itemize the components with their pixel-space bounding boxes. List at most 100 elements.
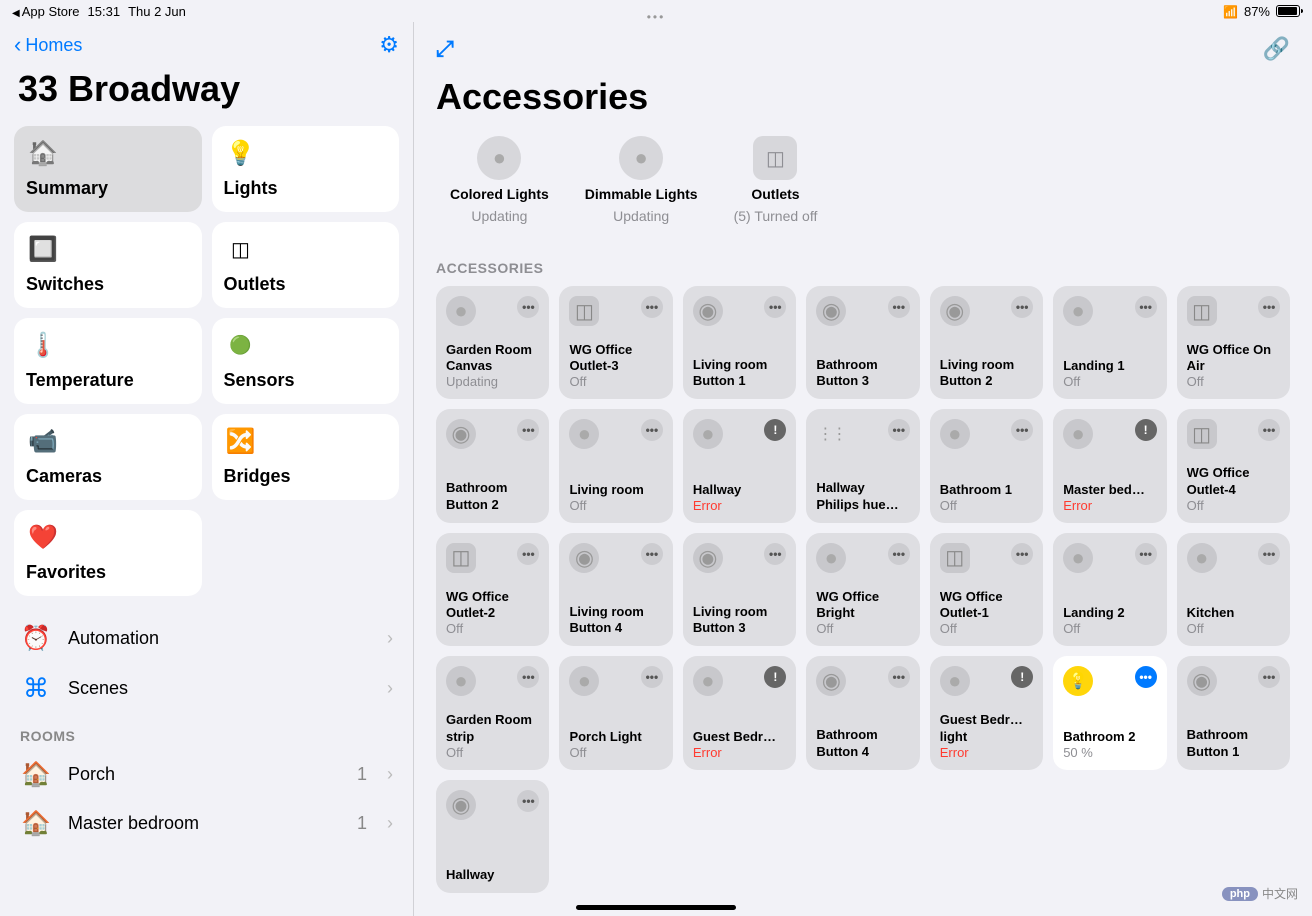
accessory-name: WG Office Outlet-2 [446, 589, 539, 622]
sidebar-tile-outlets[interactable]: Outlets [212, 222, 400, 308]
accessory-tile[interactable]: ! Guest Bedr… Error [683, 656, 796, 769]
accessory-tile[interactable]: ••• WG Office On Air Off [1177, 286, 1290, 399]
accessory-tile[interactable]: ••• Living room Button 4 [559, 533, 672, 646]
more-button[interactable]: ••• [888, 296, 910, 318]
accessory-tile[interactable]: ••• Garden Room Canvas Updating [436, 286, 549, 399]
accessory-tile[interactable]: ••• WG Office Outlet-2 Off [436, 533, 549, 646]
more-button[interactable]: ••• [1258, 419, 1280, 441]
bridge-icon [224, 424, 258, 458]
more-button[interactable]: ••• [517, 419, 539, 441]
accessory-name: Living room Button 4 [569, 604, 662, 637]
more-button[interactable]: ••• [641, 296, 663, 318]
more-button[interactable]: ••• [1135, 666, 1157, 688]
more-button[interactable]: ••• [517, 296, 539, 318]
accessory-tile[interactable]: ••• WG Office Outlet-4 Off [1177, 409, 1290, 522]
sidebar-tile-favorites[interactable]: Favorites [14, 510, 202, 596]
more-button[interactable]: ••• [641, 666, 663, 688]
more-button[interactable]: ••• [517, 543, 539, 565]
more-button[interactable]: ••• [764, 296, 786, 318]
status-colored-lights[interactable]: Colored Lights Updating [450, 136, 549, 224]
accessory-tile[interactable]: ••• Living room Button 2 [930, 286, 1043, 399]
accessory-tile[interactable]: ••• WG Office Bright Off [806, 533, 919, 646]
accessory-name: Hallway [446, 867, 539, 883]
more-button[interactable]: ••• [764, 543, 786, 565]
sidebar-item-automation[interactable]: Automation › [14, 614, 399, 663]
accessory-tile[interactable]: ••• Garden Room strip Off [436, 656, 549, 769]
link-button[interactable] [1263, 36, 1290, 62]
bulb-icon [693, 419, 723, 449]
more-button[interactable]: ••• [1135, 543, 1157, 565]
more-button[interactable]: ••• [1135, 296, 1157, 318]
accessory-state: Error [693, 745, 786, 760]
settings-gear-button[interactable] [379, 32, 399, 58]
more-button[interactable]: ••• [1011, 543, 1033, 565]
more-button[interactable]: ••• [641, 543, 663, 565]
accessory-tile[interactable]: ••• Hallway [436, 780, 549, 893]
sidebar-tile-switches[interactable]: Switches [14, 222, 202, 308]
back-homes-button[interactable]: ‹ Homes [14, 32, 82, 58]
accessory-tile[interactable]: ••• Kitchen Off [1177, 533, 1290, 646]
more-button[interactable]: ••• [1258, 666, 1280, 688]
more-button[interactable]: ••• [517, 666, 539, 688]
accessory-state: Off [940, 498, 1033, 513]
alert-icon[interactable]: ! [1011, 666, 1033, 688]
accessory-tile[interactable]: ••• Hallway Philips hue… [806, 409, 919, 522]
expand-button[interactable] [436, 36, 454, 62]
sensor-icon [224, 328, 258, 362]
more-button[interactable]: ••• [888, 543, 910, 565]
alert-icon[interactable]: ! [764, 666, 786, 688]
alert-icon[interactable]: ! [1135, 419, 1157, 441]
accessory-tile[interactable]: ••• Bathroom Button 3 [806, 286, 919, 399]
status-dimmable-lights[interactable]: Dimmable Lights Updating [585, 136, 698, 224]
home-indicator[interactable] [576, 905, 736, 910]
sidebar-tile-cameras[interactable]: Cameras [14, 414, 202, 500]
chevron-right-icon: › [387, 628, 393, 649]
accessory-tile[interactable]: ••• Bathroom Button 1 [1177, 656, 1290, 769]
more-button[interactable]: ••• [1011, 419, 1033, 441]
accessory-tile[interactable]: ••• WG Office Outlet-1 Off [930, 533, 1043, 646]
alert-icon[interactable]: ! [764, 419, 786, 441]
accessory-tile[interactable]: ••• Porch Light Off [559, 656, 672, 769]
sidebar-tile-summary[interactable]: Summary [14, 126, 202, 212]
accessory-tile[interactable]: ••• WG Office Outlet-3 Off [559, 286, 672, 399]
accessory-name: WG Office Outlet-4 [1187, 465, 1280, 498]
accessory-tile[interactable]: ••• Living room Button 3 [683, 533, 796, 646]
sidebar-tile-temperature[interactable]: Temperature [14, 318, 202, 404]
button-icon [816, 666, 846, 696]
more-button[interactable]: ••• [517, 790, 539, 812]
accessory-name: Bathroom Button 1 [1187, 727, 1280, 760]
room-label: Porch [68, 764, 341, 785]
more-button[interactable]: ••• [1258, 296, 1280, 318]
sidebar-tile-lights[interactable]: Lights [212, 126, 400, 212]
accessory-name: Living room Button 2 [940, 357, 1033, 390]
sidebar-item-scenes[interactable]: Scenes › [14, 663, 399, 714]
sidebar-tile-sensors[interactable]: Sensors [212, 318, 400, 404]
room-master-bedroom[interactable]: Master bedroom 1 › [14, 799, 399, 848]
more-button[interactable]: ••• [888, 419, 910, 441]
accessory-tile[interactable]: ••• Bathroom Button 2 [436, 409, 549, 522]
sidebar-tile-bridges[interactable]: Bridges [212, 414, 400, 500]
accessory-tile[interactable]: ••• Landing 1 Off [1053, 286, 1166, 399]
accessory-tile[interactable]: ••• Bathroom Button 4 [806, 656, 919, 769]
status-outlets[interactable]: Outlets (5) Turned off [734, 136, 818, 224]
accessory-tile[interactable]: ! Hallway Error [683, 409, 796, 522]
accessory-state: Off [569, 498, 662, 513]
more-button[interactable]: ••• [888, 666, 910, 688]
accessory-tile[interactable]: ••• Living room Off [559, 409, 672, 522]
room-label: Master bedroom [68, 813, 341, 834]
more-button[interactable]: ••• [1258, 543, 1280, 565]
accessory-tile[interactable]: ! Guest Bedr… light Error [930, 656, 1043, 769]
more-button[interactable]: ••• [641, 419, 663, 441]
accessory-tile[interactable]: ! Master bed… Error [1053, 409, 1166, 522]
hue-bridge-icon [816, 419, 846, 449]
back-to-app[interactable]: App Store [12, 4, 80, 19]
accessory-tile[interactable]: ••• Living room Button 1 [683, 286, 796, 399]
accessory-tile[interactable]: ••• Landing 2 Off [1053, 533, 1166, 646]
status-sub: Updating [471, 208, 527, 224]
accessory-tile[interactable]: ••• Bathroom 2 50 % [1053, 656, 1166, 769]
accessory-tile[interactable]: ••• Bathroom 1 Off [930, 409, 1043, 522]
more-button[interactable]: ••• [1011, 296, 1033, 318]
room-porch[interactable]: Porch 1 › [14, 750, 399, 799]
accessory-name: Guest Bedr… [693, 729, 786, 745]
watermark: php 中文网 [1222, 885, 1298, 902]
